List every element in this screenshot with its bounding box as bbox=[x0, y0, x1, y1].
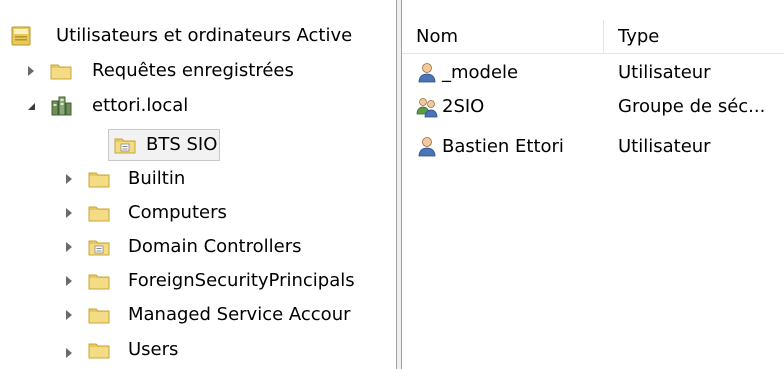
list-row-bastien-ettori[interactable]: Bastien Ettori Utilisateur bbox=[402, 131, 784, 163]
expand-arrow-icon[interactable] bbox=[62, 240, 76, 254]
tree-item-domain[interactable]: ettori.local bbox=[0, 90, 396, 122]
collapse-arrow-icon[interactable] bbox=[24, 99, 38, 113]
list-cell-type: Groupe de séc... bbox=[618, 96, 766, 117]
tree-item-domain-controllers[interactable]: Domain Controllers bbox=[0, 231, 396, 263]
expand-arrow-icon[interactable] bbox=[62, 172, 76, 186]
list-cell-type: Utilisateur bbox=[618, 136, 711, 157]
tree-item-label: Managed Service Accour bbox=[128, 304, 351, 325]
column-header-type[interactable]: Type bbox=[604, 20, 784, 54]
folder-icon bbox=[50, 64, 72, 80]
domain-icon bbox=[51, 96, 72, 116]
expand-arrow-icon[interactable] bbox=[62, 346, 76, 360]
tree-item-label: Users bbox=[128, 339, 179, 360]
ou-folder-icon bbox=[114, 138, 136, 154]
list-cell-type: Utilisateur bbox=[618, 62, 711, 83]
tree-item-label: Computers bbox=[128, 202, 227, 223]
user-icon bbox=[418, 63, 436, 83]
expand-arrow-icon[interactable] bbox=[24, 64, 38, 78]
tree-item-users[interactable]: Users bbox=[0, 334, 396, 366]
group-icon bbox=[416, 98, 438, 118]
tree-item-managed-service-accounts[interactable]: Managed Service Accour bbox=[0, 299, 396, 331]
tree-item-label: Requêtes enregistrées bbox=[92, 60, 294, 81]
tree-item-computers[interactable]: Computers bbox=[0, 197, 396, 229]
ou-folder-icon bbox=[88, 240, 110, 256]
tree-item-builtin[interactable]: Builtin bbox=[0, 163, 396, 195]
folder-icon bbox=[88, 308, 110, 324]
list-cell-name: 2SIO bbox=[442, 96, 485, 117]
tree-item-label: BTS SIO bbox=[146, 134, 218, 155]
tree-item-bts-sio[interactable]: BTS SIO bbox=[0, 129, 396, 161]
tree-item-label: ettori.local bbox=[92, 95, 189, 116]
tree-item-label: Builtin bbox=[128, 168, 186, 189]
list-cell-name: Bastien Ettori bbox=[442, 136, 564, 157]
console-root-icon bbox=[11, 26, 31, 46]
folder-icon bbox=[88, 206, 110, 222]
list-cell-name: _modele bbox=[442, 62, 519, 83]
tree-item-foreign-security-principals[interactable]: ForeignSecurityPrincipals bbox=[0, 265, 396, 297]
details-list[interactable]: Nom Type _modele Utilisateur 2SIO Groupe… bbox=[402, 0, 784, 369]
tree-item-label: Domain Controllers bbox=[128, 236, 302, 257]
column-header-name[interactable]: Nom bbox=[402, 20, 604, 54]
list-row-modele[interactable]: _modele Utilisateur bbox=[402, 57, 784, 89]
expand-arrow-icon[interactable] bbox=[62, 274, 76, 288]
list-row-2sio[interactable]: 2SIO Groupe de séc... bbox=[402, 91, 784, 123]
folder-icon bbox=[88, 274, 110, 290]
tree-root-label: Utilisateurs et ordinateurs Active bbox=[56, 25, 353, 46]
console-tree[interactable]: Utilisateurs et ordinateurs Active Requê… bbox=[0, 0, 396, 369]
folder-icon bbox=[88, 172, 110, 188]
tree-item-saved-queries[interactable]: Requêtes enregistrées bbox=[0, 55, 396, 87]
folder-icon bbox=[88, 343, 110, 359]
user-icon bbox=[418, 137, 436, 157]
tree-item-label: ForeignSecurityPrincipals bbox=[128, 270, 355, 291]
expand-arrow-icon[interactable] bbox=[62, 308, 76, 322]
tree-root-aduc[interactable]: Utilisateurs et ordinateurs Active bbox=[0, 20, 396, 52]
expand-arrow-icon[interactable] bbox=[62, 206, 76, 220]
